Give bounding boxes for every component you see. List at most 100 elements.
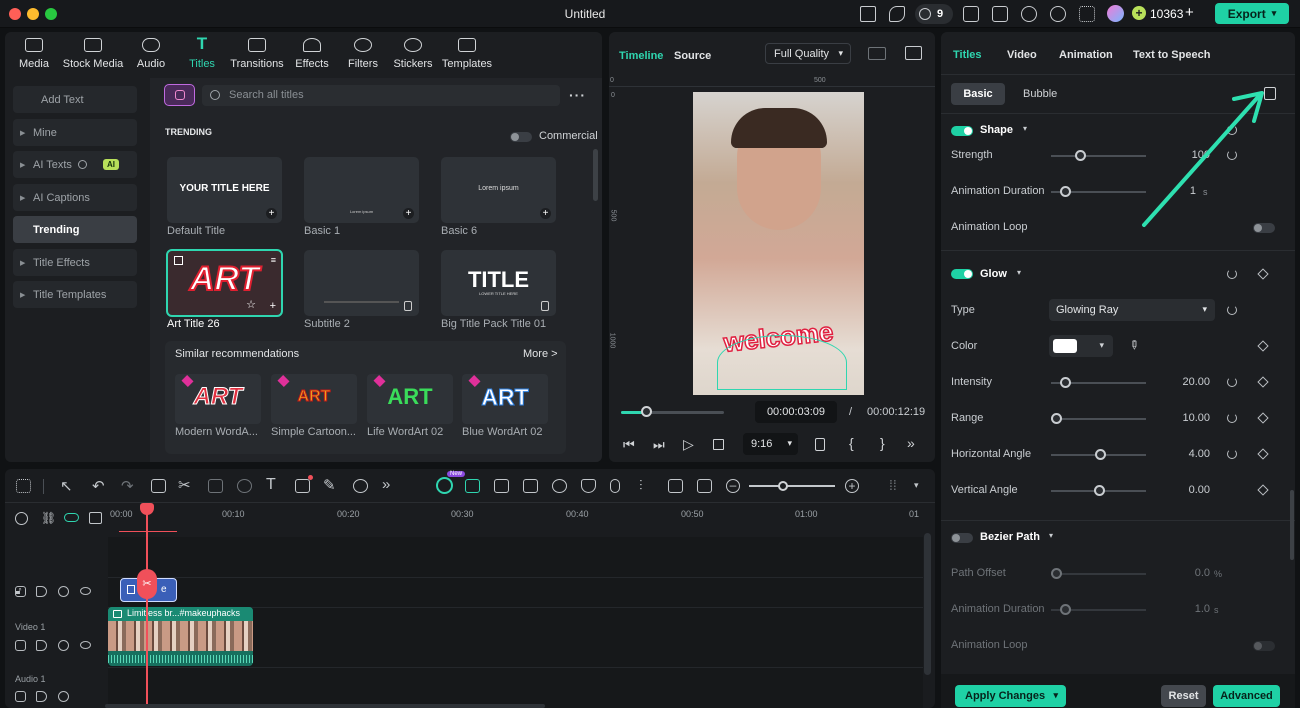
title-card[interactable]: YOUR TITLE HERE + [167,157,282,223]
sidebar-item-ai-captions[interactable]: ▶ AI Captions [13,184,137,211]
subtab-bubble[interactable]: Bubble [1023,88,1057,100]
avatar[interactable] [1107,5,1124,22]
tab-audio[interactable]: Audio [133,38,169,74]
similar-item[interactable]: ART [367,374,453,424]
delete-icon[interactable] [151,479,166,493]
replace-icon[interactable] [668,479,683,493]
similar-item[interactable]: ART [462,374,548,424]
bezier-duration-slider[interactable] [1051,604,1146,615]
slider-knob[interactable] [1050,568,1062,579]
sidebar-item-title-effects[interactable]: ▶ Title Effects [13,249,137,276]
sidebar-item-title-templates[interactable]: ▶ Title Templates [13,281,137,308]
grid-view-icon[interactable] [868,47,886,60]
prev-frame-icon[interactable]: ⏮ [623,437,635,453]
fit-icon[interactable] [697,479,712,493]
keyframe-icon[interactable] [1257,376,1269,388]
more-link[interactable]: More > [523,348,558,360]
intensity-value[interactable]: 20.00 [1150,376,1210,388]
apply-changes-button[interactable]: Apply Changes ▾ [955,685,1066,707]
slider-knob[interactable] [1050,413,1062,424]
vertical-scrollbar[interactable] [924,533,931,675]
auto-caption-icon[interactable] [465,479,480,493]
subtab-basic[interactable]: Basic [951,83,1005,105]
zoom-slider[interactable] [749,481,835,491]
chevron-down-icon[interactable]: ▾ [1023,124,1027,133]
volume-icon[interactable] [36,640,47,651]
speed-icon[interactable] [237,479,252,493]
bezier-loop-toggle[interactable] [1253,641,1275,651]
tab-stickers[interactable]: Stickers [391,38,435,74]
slider-knob[interactable] [1074,150,1086,161]
reset-button[interactable]: Reset [1161,685,1206,707]
hide-audio-icon[interactable] [58,640,69,651]
glow-type-select[interactable]: Glowing Ray ▾ [1049,299,1215,321]
tab-titles-props[interactable]: Titles [953,49,982,61]
glow-toggle[interactable] [951,269,973,279]
range-value[interactable]: 10.00 [1150,412,1210,424]
tab-animation[interactable]: Animation [1059,49,1113,61]
slider-knob[interactable] [1095,449,1107,460]
export-button[interactable]: Export ▾ [1215,3,1289,24]
ai-title-button[interactable] [164,84,195,106]
mark-in-icon[interactable]: { [849,435,854,451]
chevron-down-icon[interactable]: ▾ [914,480,919,491]
video-clip[interactable]: Limitless br...#makeuphacks [108,607,253,666]
keyframe-icon[interactable] [1257,340,1269,352]
intensity-slider[interactable] [1051,377,1146,388]
eye-icon[interactable] [80,587,91,595]
link-icon[interactable] [64,513,79,522]
keyframe-icon[interactable] [1257,412,1269,424]
advanced-button[interactable]: Advanced [1213,685,1280,707]
star-icon[interactable]: ☆ [246,298,256,311]
path-offset-value[interactable]: 0.0 [1150,567,1210,579]
reset-icon[interactable] [1227,377,1237,387]
add-icon[interactable]: + [403,208,414,219]
more-controls-icon[interactable]: » [907,435,915,451]
eyedropper-icon[interactable]: ✎ [1126,336,1143,353]
track-manager-icon[interactable] [89,512,102,524]
bezier-toggle[interactable] [951,533,973,543]
vangle-slider[interactable] [1051,485,1146,496]
color-picker[interactable]: ▾ [1049,335,1113,357]
more-tools-icon[interactable]: » [382,476,390,493]
select-tool-icon[interactable]: ↖ [60,477,73,495]
lock-icon[interactable] [15,691,26,702]
slider-knob[interactable] [1060,186,1072,197]
reset-icon[interactable] [1227,269,1237,279]
transform-icon[interactable] [295,479,310,493]
add-icon[interactable]: + [270,300,276,312]
notifications-button[interactable]: 9 [915,4,953,24]
reset-icon[interactable] [1227,449,1237,459]
snapshot-icon[interactable] [905,46,922,60]
tab-filters[interactable]: Filters [345,38,381,74]
layout-icon[interactable] [16,479,31,493]
progress-knob[interactable] [640,406,652,417]
title-card[interactable]: Lorem ipsum + [441,157,556,223]
title-card-selected[interactable]: ART ≡ + ☆ [166,249,283,317]
bezier-duration-value[interactable]: 1.0 [1150,603,1210,615]
microphone-icon[interactable] [610,479,620,493]
pen-icon[interactable]: ✎ [323,476,336,494]
unlink-icon[interactable]: ⛓ [41,511,56,525]
video-preview[interactable]: welcome [693,92,864,395]
reset-icon[interactable] [1227,413,1237,423]
lock-icon[interactable] [15,640,26,651]
save-icon[interactable] [992,6,1008,22]
sidebar-item-trending[interactable]: Trending [13,216,137,243]
tab-source[interactable]: Source [674,50,711,62]
similar-item[interactable]: ART [175,374,261,424]
tab-effects[interactable]: Effects [293,38,331,74]
volume-icon[interactable] [36,586,47,597]
scrollbar[interactable] [1290,490,1294,560]
path-offset-slider[interactable] [1050,568,1146,579]
scrollbar[interactable] [593,149,598,201]
slider-knob[interactable] [1093,485,1105,496]
tab-media[interactable]: Media [15,38,53,74]
play-step-icon[interactable]: ⏭ [653,437,665,453]
slider-knob[interactable] [1060,377,1072,388]
sidebar-item-ai-texts[interactable]: ▶ AI Texts AI [13,151,137,178]
range-slider[interactable] [1050,413,1146,424]
stop-icon[interactable] [713,439,724,450]
add-icon[interactable]: + [540,208,551,219]
hangle-slider[interactable] [1051,449,1146,460]
